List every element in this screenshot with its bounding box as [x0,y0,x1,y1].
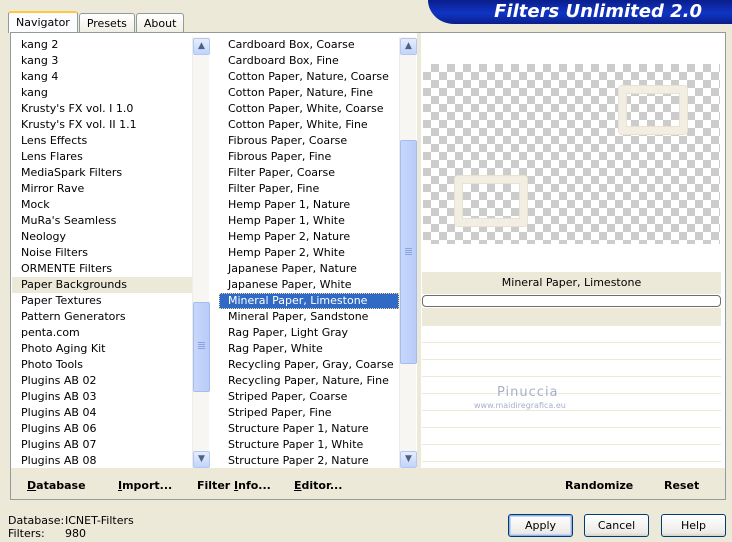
import-button[interactable]: Import... [118,478,172,493]
chevron-up-icon[interactable]: ▲ [400,38,417,55]
filters-label: Filters: [8,527,45,540]
filter-list-item[interactable]: Fibrous Paper, Coarse [219,133,399,149]
preview-frame-top [619,86,687,134]
filter-list-item[interactable]: Filter Paper, Fine [219,181,399,197]
category-list-item[interactable]: Krusty's FX vol. II 1.1 [12,117,192,133]
chevron-up-icon[interactable]: ▲ [193,38,210,55]
filter-list[interactable]: Cardboard Box, Coarse Cardboard Box, Fine… [219,37,399,469]
reset-button[interactable]: Reset [664,478,699,493]
editor-button[interactable]: Editor... [294,478,342,493]
filter-list-item[interactable]: Cardboard Box, Coarse [219,37,399,53]
chevron-down-icon[interactable]: ▼ [400,451,417,468]
progress-bar [422,295,721,307]
category-list-item[interactable]: kang [12,85,192,101]
chevron-down-icon[interactable]: ▼ [193,451,210,468]
filter-list-item[interactable]: Japanese Paper, Nature [219,261,399,277]
category-list-item[interactable]: MuRa's Seamless [12,213,192,229]
filter-list-item[interactable]: Japanese Paper, White [219,277,399,293]
filter-list-item[interactable]: Striped Paper, Fine [219,405,399,421]
category-list-item[interactable]: kang 2 [12,37,192,53]
filter-list-item[interactable]: Striped Paper, Coarse [219,389,399,405]
filter-scroll-thumb[interactable] [400,140,417,364]
apply-button[interactable]: Apply [508,514,573,537]
category-list-item[interactable]: Krusty's FX vol. I 1.0 [12,101,192,117]
category-list-item[interactable]: penta.com [12,325,192,341]
filter-list-item[interactable]: Cotton Paper, White, Coarse [219,101,399,117]
filter-list-item[interactable]: Rag Paper, Light Gray [219,325,399,341]
filter-list-item[interactable]: Mineral Paper, Limestone [219,293,399,309]
tab-navigator[interactable]: Navigator [8,11,78,33]
filter-list-item[interactable]: Recycling Paper, Gray, Coarse [219,357,399,373]
category-list-item[interactable]: Paper Textures [12,293,192,309]
category-list-item[interactable]: Lens Effects [12,133,192,149]
category-list-item[interactable]: Noise Filters [12,245,192,261]
preview-image [423,64,720,244]
category-scroll-thumb[interactable] [193,302,210,392]
category-list-item[interactable]: Plugins AB 02 [12,373,192,389]
category-list-item[interactable]: Photo Aging Kit [12,341,192,357]
filter-list-item[interactable]: Cotton Paper, Nature, Coarse [219,69,399,85]
filter-list-item[interactable]: Mineral Paper, Sandstone [219,309,399,325]
help-button[interactable]: Help [661,514,726,537]
filter-list-item[interactable]: Filter Paper, Coarse [219,165,399,181]
filters-count: 980 [65,527,86,540]
category-list-item[interactable]: Plugins AB 03 [12,389,192,405]
panel-divider [417,33,421,468]
category-list-item[interactable]: Plugins AB 04 [12,405,192,421]
filter-list-item[interactable]: Recycling Paper, Nature, Fine [219,373,399,389]
category-scrollbar[interactable]: ▲ ▼ [192,37,210,469]
category-list-item[interactable]: Plugins AB 06 [12,421,192,437]
filter-list-item[interactable]: Structure Paper 2, Nature [219,453,399,469]
cancel-button[interactable]: Cancel [584,514,649,537]
filter-list-item[interactable]: Cotton Paper, Nature, Fine [219,85,399,101]
filter-list-item[interactable]: Hemp Paper 1, White [219,213,399,229]
category-list-item[interactable]: Mirror Rave [12,181,192,197]
database-button[interactable]: Database [27,478,86,493]
filter-list-item[interactable]: Fibrous Paper, Fine [219,149,399,165]
filter-list-item[interactable]: Cardboard Box, Fine [219,53,399,69]
category-list-item[interactable]: Pattern Generators [12,309,192,325]
category-list[interactable]: kang 2 kang 3 kang 4 kang Krusty's FX vol. I… [12,37,192,469]
filter-list-item[interactable]: Rag Paper, White [219,341,399,357]
category-list-item[interactable]: kang 4 [12,69,192,85]
filter-list-item[interactable]: Cotton Paper, White, Fine [219,117,399,133]
filter-list-item[interactable]: Structure Paper 1, White [219,437,399,453]
category-list-item[interactable]: Neology [12,229,192,245]
category-list-item[interactable]: Mock [12,197,192,213]
category-list-item[interactable]: kang 3 [12,53,192,69]
filter-list-item[interactable]: Hemp Paper 2, Nature [219,229,399,245]
filter-list-item[interactable]: Hemp Paper 1, Nature [219,197,399,213]
filter-info-button[interactable]: Filter Info... [197,478,271,493]
tab-presets[interactable]: Presets [78,13,135,32]
watermark-url: www.maidiregrafica.eu [474,401,566,410]
parameter-area [422,308,721,468]
filter-list-item[interactable]: Structure Paper 1, Nature [219,421,399,437]
category-list-item[interactable]: MediaSpark Filters [12,165,192,181]
window-title-banner: Filters Unlimited 2.0 [428,0,732,24]
category-list-item[interactable]: Lens Flares [12,149,192,165]
database-value: ICNET-Filters [65,514,134,527]
watermark-name: Pinuccia [497,385,559,400]
category-list-item[interactable]: Plugins AB 08 [12,453,192,469]
category-list-item[interactable]: Photo Tools [12,357,192,373]
tab-strip: Navigator Presets About [8,10,185,33]
randomize-button[interactable]: Randomize [565,478,633,493]
filter-list-item[interactable]: Hemp Paper 2, White [219,245,399,261]
category-list-item[interactable]: Plugins AB 07 [12,437,192,453]
preview-frame-bottom [455,176,527,226]
category-list-item[interactable]: ORMENTE Filters [12,261,192,277]
preview-filter-name: Mineral Paper, Limestone [422,272,721,294]
database-label: Database: [8,514,65,527]
tab-about[interactable]: About [135,13,185,32]
category-list-item[interactable]: Paper Backgrounds [12,277,192,293]
filter-scrollbar[interactable]: ▲ ▼ [399,37,417,469]
